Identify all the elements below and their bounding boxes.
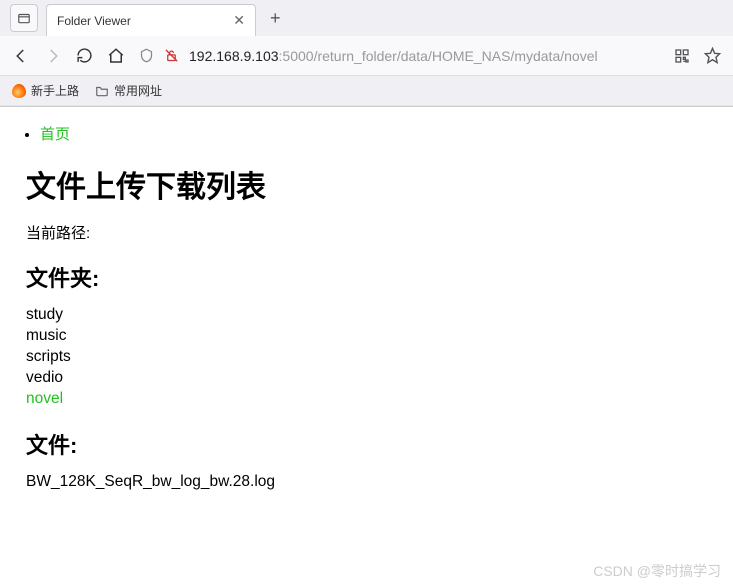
folder-item[interactable]: study: [26, 305, 725, 326]
folder-icon: [95, 84, 109, 98]
back-button[interactable]: [12, 47, 30, 65]
tab-title: Folder Viewer: [57, 14, 131, 28]
forward-button[interactable]: [44, 47, 62, 65]
browser-tab[interactable]: Folder Viewer ✕: [46, 4, 256, 36]
folder-list: studymusicscriptsvedionovel: [26, 305, 725, 410]
new-tab-button[interactable]: +: [264, 8, 287, 29]
reload-button[interactable]: [76, 47, 93, 64]
folder-item[interactable]: scripts: [26, 347, 725, 368]
bookmarks-bar: 新手上路 常用网址: [0, 76, 733, 106]
folders-heading: 文件夹:: [26, 261, 725, 293]
page-content: 首页 文件上传下载列表 当前路径: 文件夹: studymusicscripts…: [0, 107, 733, 501]
toolbar-right: [674, 47, 721, 64]
home-button[interactable]: [107, 47, 125, 65]
current-path-label: 当前路径:: [26, 222, 725, 243]
files-heading: 文件:: [26, 428, 725, 460]
folder-item[interactable]: music: [26, 326, 725, 347]
toolbar: 192.168.9.103:5000/return_folder/data/HO…: [0, 36, 733, 76]
file-item[interactable]: BW_128K_SeqR_bw_log_bw.28.log: [26, 472, 725, 493]
firefox-icon: [12, 84, 26, 98]
folder-item[interactable]: vedio: [26, 368, 725, 389]
close-tab-icon[interactable]: ✕: [233, 12, 245, 29]
insecure-icon: [164, 48, 179, 63]
file-list: BW_128K_SeqR_bw_log_bw.28.log: [26, 472, 725, 493]
folder-item[interactable]: novel: [26, 389, 725, 410]
tab-strip: Folder Viewer ✕ +: [0, 0, 733, 36]
address-bar[interactable]: 192.168.9.103:5000/return_folder/data/HO…: [139, 48, 660, 64]
recent-tabs-button[interactable]: [10, 4, 38, 32]
url-text: 192.168.9.103:5000/return_folder/data/HO…: [189, 48, 598, 64]
bookmark-common-sites[interactable]: 常用网址: [95, 82, 162, 99]
home-link[interactable]: 首页: [40, 126, 70, 143]
page-title: 文件上传下载列表: [26, 162, 725, 206]
qr-icon[interactable]: [674, 48, 690, 64]
breadcrumb-list: 首页: [8, 123, 725, 144]
bookmark-label: 常用网址: [114, 82, 162, 99]
bookmark-star-icon[interactable]: [704, 47, 721, 64]
bookmark-label: 新手上路: [31, 82, 79, 99]
shield-icon: [139, 48, 154, 63]
breadcrumb-item: 首页: [40, 123, 725, 144]
browser-chrome: Folder Viewer ✕ + 192.168.9.103:5000/ret…: [0, 0, 733, 107]
bookmark-getting-started[interactable]: 新手上路: [12, 82, 79, 99]
watermark: CSDN @零时搞学习: [593, 561, 721, 581]
